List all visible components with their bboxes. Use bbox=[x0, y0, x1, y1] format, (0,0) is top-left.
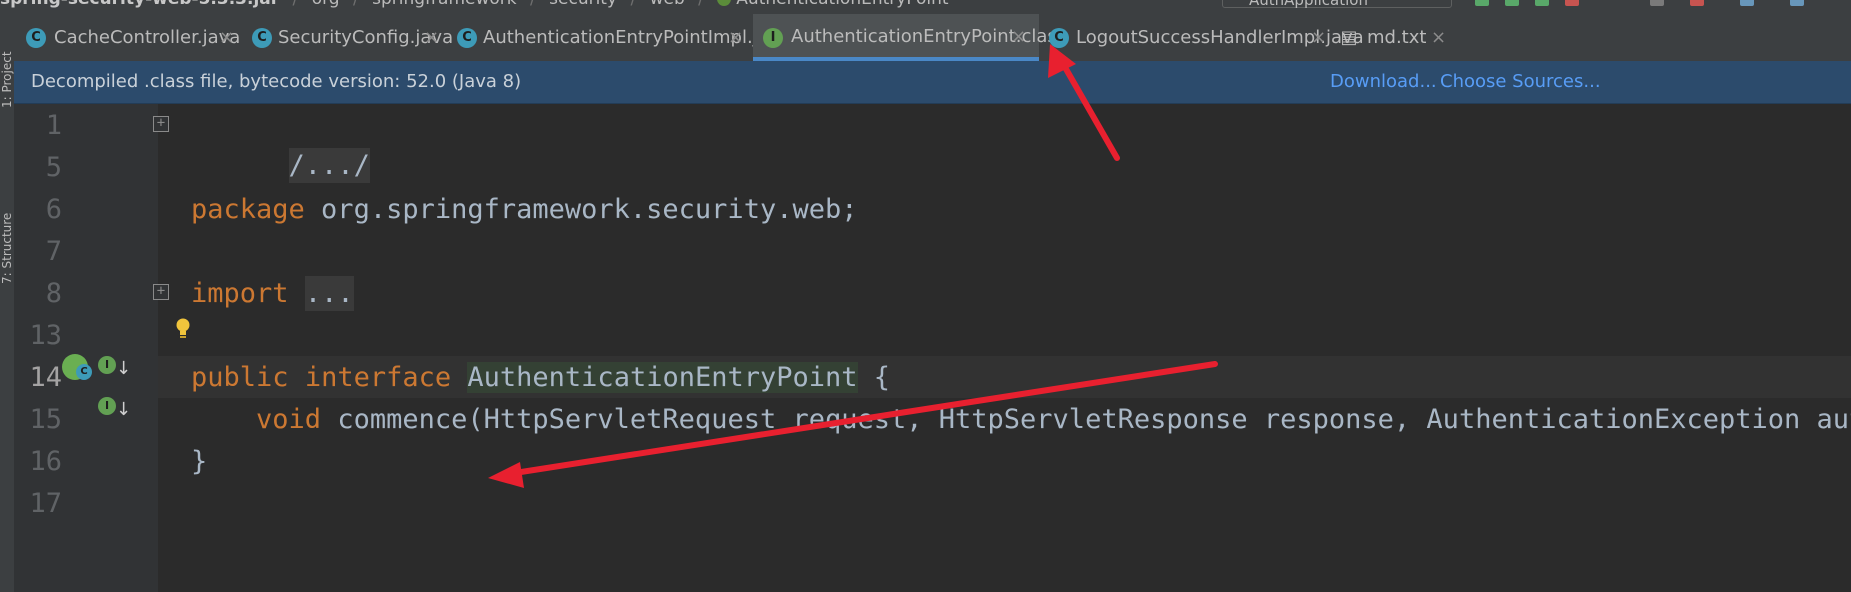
line-number: 1 bbox=[45, 110, 62, 141]
breadcrumb-jar[interactable]: spring-security-web-5.3.3.jar bbox=[0, 0, 279, 9]
line-number: 6 bbox=[45, 194, 62, 225]
breadcrumb-separator: / bbox=[353, 0, 359, 9]
implementations-arrow-icon[interactable]: ↓ bbox=[116, 399, 131, 421]
package-name: org.springframework.security.web; bbox=[304, 194, 858, 225]
decompiled-message: Decompiled .class file, bytecode version… bbox=[31, 71, 522, 92]
class-icon: C bbox=[76, 364, 92, 380]
stop-icon[interactable] bbox=[1650, 0, 1664, 6]
structure-tool-window-button[interactable]: 7: Structure bbox=[0, 174, 14, 284]
line-number: 13 bbox=[29, 320, 62, 351]
run-configuration-select[interactable]: AuthApplication bbox=[1222, 0, 1452, 9]
implemented-method-icon[interactable]: I bbox=[98, 397, 116, 415]
tab-authentication-entry-point-class[interactable]: I AuthenticationEntryPoint.class × bbox=[753, 14, 1066, 61]
code-line-16[interactable]: } bbox=[191, 442, 207, 482]
tab-security-config[interactable]: C SecurityConfig.java × bbox=[242, 14, 453, 61]
line-number: 15 bbox=[29, 404, 62, 435]
interface-name[interactable]: AuthenticationEntryPoint bbox=[467, 362, 858, 393]
search-everywhere-icon[interactable] bbox=[1790, 0, 1804, 6]
line-number: 5 bbox=[45, 152, 62, 183]
breadcrumb-separator: / bbox=[630, 0, 636, 9]
folded-comment-region[interactable]: /.../ bbox=[288, 148, 370, 183]
breadcrumb-item-springframework[interactable]: springframework bbox=[372, 0, 516, 9]
code-line-8[interactable]: import ... bbox=[191, 274, 354, 314]
coverage-icon[interactable] bbox=[1535, 0, 1549, 6]
breadcrumb-separator: / bbox=[698, 0, 704, 9]
breadcrumb-item-org[interactable]: org bbox=[312, 0, 340, 9]
tab-authentication-entry-point-impl[interactable]: C AuthenticationEntryPointImpl.java × bbox=[447, 14, 790, 61]
stop-red-icon[interactable] bbox=[1690, 0, 1704, 6]
close-icon[interactable]: × bbox=[1011, 14, 1026, 59]
close-icon[interactable]: × bbox=[1431, 14, 1446, 61]
breadcrumb-separator: / bbox=[530, 0, 536, 9]
keyword: package bbox=[191, 194, 305, 225]
breadcrumb-item-class[interactable]: AuthenticationEntryPoint bbox=[736, 0, 948, 9]
project-tool-window-button[interactable]: 1: Project bbox=[0, 24, 14, 108]
close-icon[interactable]: × bbox=[424, 14, 439, 61]
breadcrumb-item-web[interactable]: web bbox=[650, 0, 685, 9]
folded-imports-region[interactable]: ... bbox=[304, 276, 354, 311]
line-number: 16 bbox=[29, 446, 62, 477]
text-file-icon: ▤ bbox=[1340, 27, 1358, 48]
run-icon[interactable] bbox=[1475, 0, 1489, 6]
class-icon: C bbox=[1049, 28, 1069, 48]
class-icon: C bbox=[252, 28, 272, 48]
tab-cache-controller[interactable]: C CacheController.java × bbox=[14, 14, 242, 61]
implemented-interface-icon[interactable]: I bbox=[98, 356, 116, 374]
close-icon[interactable]: × bbox=[1311, 14, 1326, 61]
interface-icon: I bbox=[763, 28, 783, 48]
tab-logout-success-handler-impl[interactable]: C LogoutSuccessHandlerImpl.java × bbox=[1039, 14, 1364, 61]
profile-icon[interactable] bbox=[1565, 0, 1579, 6]
code-area[interactable]: /.../ package org.springframework.securi… bbox=[158, 104, 1851, 592]
editor-gutter[interactable]: 1 5 6 7 8 13 14 15 16 17 C I ↓ I ↓ bbox=[14, 104, 158, 592]
close-brace: } bbox=[191, 446, 208, 477]
code-line-14[interactable]: public interface AuthenticationEntryPoin… bbox=[191, 358, 890, 398]
line-number: 17 bbox=[29, 488, 62, 519]
code-editor[interactable]: 1 5 6 7 8 13 14 15 16 17 C I ↓ I ↓ + + /… bbox=[14, 104, 1851, 592]
decompiled-info-bar: Decompiled .class file, bytecode version… bbox=[14, 61, 1851, 104]
keyword: interface bbox=[304, 362, 452, 393]
implementations-arrow-icon[interactable]: ↓ bbox=[116, 358, 131, 380]
class-icon: C bbox=[26, 28, 46, 48]
close-icon[interactable]: × bbox=[728, 14, 743, 61]
keyword: public bbox=[191, 362, 289, 393]
line-number-current: 14 bbox=[29, 362, 62, 393]
download-sources-link[interactable]: Download... bbox=[1330, 61, 1437, 103]
tab-md-txt[interactable]: ▤ md.txt × bbox=[1333, 14, 1453, 61]
breadcrumb-item-security[interactable]: security bbox=[549, 0, 617, 9]
code-line-15[interactable]: void commence(HttpServletRequest request… bbox=[191, 400, 1851, 440]
tool-window-strip: 1: Project 7: Structure bbox=[0, 14, 15, 592]
keyword: import bbox=[191, 278, 289, 309]
tab-label: AuthenticationEntryPointImpl.java bbox=[483, 27, 791, 48]
tab-label: CacheController.java bbox=[54, 27, 241, 48]
keyword: void bbox=[256, 404, 322, 435]
editor-tab-bar: C CacheController.java × C SecurityConfi… bbox=[14, 14, 1851, 62]
line-number: 7 bbox=[45, 236, 62, 267]
code-line-6[interactable]: package org.springframework.security.web… bbox=[191, 190, 857, 230]
debug-icon[interactable] bbox=[1505, 0, 1519, 6]
project-structure-icon[interactable] bbox=[1740, 0, 1754, 6]
line-number: 8 bbox=[45, 278, 62, 309]
breadcrumb-separator: / bbox=[293, 0, 299, 9]
navigation-bar: spring-security-web-5.3.3.jar / org / sp… bbox=[0, 0, 1851, 14]
method-signature[interactable]: commence(HttpServletRequest request, Htt… bbox=[321, 404, 1851, 435]
interface-icon bbox=[717, 0, 732, 6]
open-brace: { bbox=[857, 362, 891, 393]
choose-sources-link[interactable]: Choose Sources... bbox=[1440, 61, 1601, 103]
breadcrumb: spring-security-web-5.3.3.jar / org / sp… bbox=[0, 0, 949, 9]
class-icon: C bbox=[457, 28, 477, 48]
intention-bulb-icon[interactable] bbox=[175, 317, 191, 341]
close-icon[interactable]: × bbox=[219, 14, 234, 61]
tab-label: md.txt bbox=[1367, 27, 1427, 48]
